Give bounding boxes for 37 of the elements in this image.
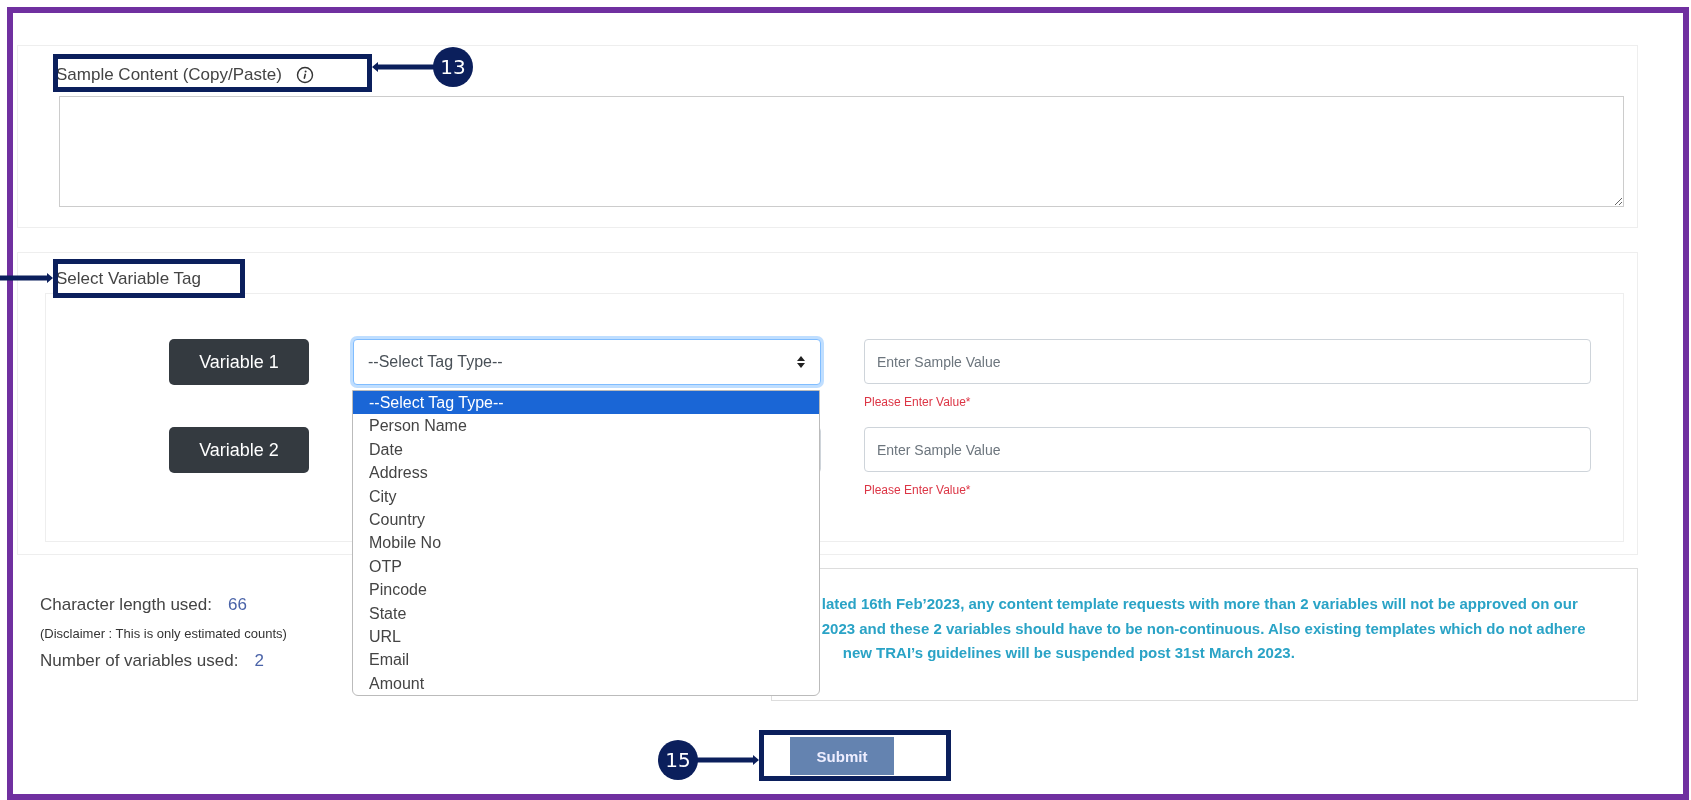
- variable-button[interactable]: Variable 1: [169, 339, 309, 385]
- callout-badge: 13: [433, 47, 473, 87]
- stat-value: 66: [228, 595, 247, 615]
- sort-caret-icon: [796, 355, 806, 369]
- dropdown-option[interactable]: Email: [353, 648, 819, 672]
- dropdown-option[interactable]: State: [353, 601, 819, 625]
- dropdown-option[interactable]: OTP: [353, 554, 819, 579]
- error-message: Please Enter Value*: [864, 395, 971, 409]
- error-message: Please Enter Value*: [864, 483, 971, 497]
- stat-label: Number of variables used:: [40, 651, 239, 671]
- sample-value-field[interactable]: Enter Sample Value: [864, 339, 1591, 384]
- stat-label: Character length used:: [40, 595, 212, 615]
- disclaimer-text: (Disclaimer : This is only estimated counts): [40, 625, 287, 641]
- dropdown-option[interactable]: Address: [353, 461, 819, 485]
- variable-button[interactable]: Variable 2: [169, 427, 309, 473]
- pointer-arrow: [372, 61, 434, 73]
- info-icon[interactable]: [295, 66, 314, 84]
- dropdown-option[interactable]: Date: [353, 437, 819, 462]
- pointer-arrow: [697, 754, 759, 766]
- tag-select[interactable]: --Select Tag Type--: [353, 339, 821, 385]
- dropdown-option[interactable]: Person Name: [353, 414, 819, 438]
- dropdown-option[interactable]: Mobile No: [353, 531, 819, 555]
- sample-value-field[interactable]: Enter Sample Value: [864, 427, 1591, 472]
- dropdown-option[interactable]: Country: [353, 507, 819, 532]
- dropdown-option[interactable]: URL: [353, 624, 819, 649]
- pointer-arrow: [0, 272, 53, 284]
- stat-value: 2: [254, 651, 264, 671]
- field-label: Select Variable Tag: [56, 269, 201, 289]
- notice-text: lated 16th Feb’2023, any content template requests with more than 2 variables will not be approved on our: [821, 594, 1579, 614]
- dropdown-option[interactable]: --Select Tag Type--: [353, 391, 819, 415]
- dropdown-option[interactable]: Pincode: [353, 578, 819, 602]
- notice-text: 2023 and these 2 variables should have to be non-continuous. Also existing templates which do not adhere: [821, 618, 1587, 639]
- callout-badge: 15: [658, 740, 698, 780]
- dropdown-option[interactable]: City: [353, 484, 819, 508]
- field-label: Sample Content (Copy/Paste): [56, 65, 282, 85]
- notice-text: new TRAI’s guidelines will be suspended post 31st March 2023.: [841, 643, 1296, 663]
- dropdown-option[interactable]: Amount: [353, 671, 819, 695]
